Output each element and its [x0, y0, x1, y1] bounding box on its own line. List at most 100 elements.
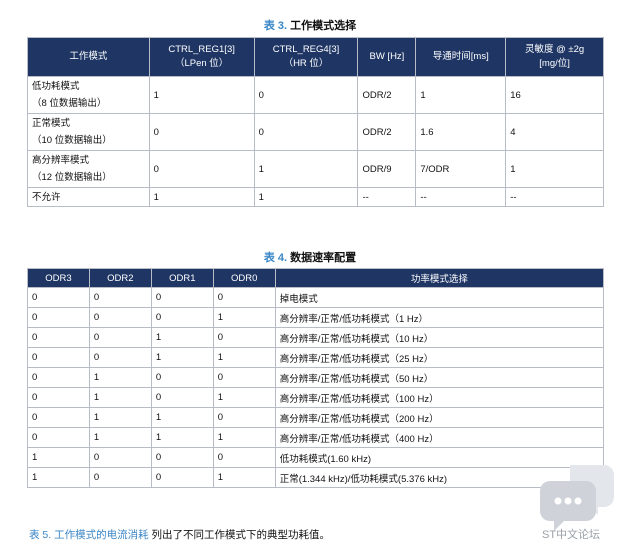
odr1-cell: 0 — [150, 287, 214, 308]
hr-cell: 0 — [253, 113, 359, 151]
ton-cell: 1 — [415, 76, 507, 114]
odr2-cell: 0 — [88, 287, 152, 308]
odr2-cell: 1 — [88, 407, 152, 428]
odr3-cell: 1 — [27, 447, 90, 468]
table4-row: 0 0 1 0 高分辨率/正常/低功耗模式（10 Hz） — [27, 327, 605, 348]
sensitivity-cell: 1 — [505, 150, 604, 188]
bw-cell: ODR/2 — [357, 113, 417, 151]
power-mode-cell: 高分辨率/正常/低功耗模式（100 Hz） — [274, 387, 605, 408]
odr3-cell: 0 — [27, 287, 90, 308]
table3-row: 高分辨率模式 （12 位数据输出） 0 1 ODR/9 7/ODR 1 — [27, 150, 604, 188]
odr0-cell: 1 — [212, 387, 276, 408]
table3-caption-title: 工作模式选择 — [290, 20, 357, 32]
odr3-cell: 0 — [27, 387, 90, 408]
bw-cell: -- — [357, 187, 417, 207]
table4-caption-number: 表 4. — [263, 252, 288, 264]
table3-caption: 表 3. 工作模式选择 — [0, 17, 620, 33]
table3-header-bw: BW [Hz] — [357, 37, 417, 77]
table4-caption: 表 4. 数据速率配置 — [0, 249, 620, 265]
odr3-cell: 0 — [27, 407, 90, 428]
power-mode-cell: 高分辨率/正常/低功耗模式（25 Hz） — [274, 347, 605, 368]
power-mode-cell: 高分辨率/正常/低功耗模式（50 Hz） — [274, 367, 605, 388]
mode-cell: 高分辨率模式 （12 位数据输出） — [27, 150, 150, 188]
hr-cell: 1 — [253, 187, 359, 207]
odr1-cell: 0 — [150, 307, 214, 328]
odr2-cell: 1 — [88, 367, 152, 388]
odr0-cell: 0 — [212, 367, 276, 388]
sensitivity-cell: -- — [505, 187, 604, 207]
table4-row: 1 0 0 0 低功耗模式(1.60 kHz) — [27, 447, 605, 468]
table5-link[interactable]: 表 5. 工作模式的电流消耗 — [29, 529, 149, 541]
odr1-cell: 1 — [150, 407, 214, 428]
odr3-cell: 0 — [27, 367, 90, 388]
table4-row: 0 1 1 0 高分辨率/正常/低功耗模式（200 Hz） — [27, 407, 605, 428]
odr3-cell: 0 — [27, 327, 90, 348]
table4-row: 0 0 1 1 高分辨率/正常/低功耗模式（25 Hz） — [27, 347, 605, 368]
odr3-cell: 0 — [27, 347, 90, 368]
data-rate-table: ODR3 ODR2 ODR1 ODR0 功率模式选择 0 0 0 0 掉电模式 0 0 0 1 高… — [27, 268, 605, 488]
ton-cell: 1.6 — [415, 113, 507, 151]
odr3-cell: 1 — [27, 467, 90, 488]
watermark-text: ST中文论坛 — [542, 529, 601, 541]
lpen-cell: 1 — [148, 76, 255, 114]
table3-header-hr: CTRL_REG4[3] （HR 位） — [253, 37, 359, 77]
table3-row: 低功耗模式 （8 位数据输出） 1 0 ODR/2 1 16 — [27, 76, 604, 114]
table4-header-power-mode: 功率模式选择 — [274, 268, 605, 288]
table4-header-odr0: ODR0 — [212, 268, 276, 288]
table4-header-row: ODR3 ODR2 ODR1 ODR0 功率模式选择 — [27, 268, 605, 288]
table4-row: 0 1 1 1 高分辨率/正常/低功耗模式（400 Hz） — [27, 427, 605, 448]
sensitivity-cell: 16 — [505, 76, 604, 114]
odr0-cell: 1 — [212, 427, 276, 448]
table4-row: 1 0 0 1 正常(1.344 kHz)/低功耗模式(5.376 kHz) — [27, 467, 605, 488]
odr2-cell: 1 — [88, 387, 152, 408]
mode-cell: 低功耗模式 （8 位数据输出） — [27, 76, 150, 114]
table4-row: 0 1 0 0 高分辨率/正常/低功耗模式（50 Hz） — [27, 367, 605, 388]
table3-header-row: 工作模式 CTRL_REG1[3] （LPen 位） CTRL_REG4[3] （H… — [27, 37, 604, 77]
bw-cell: ODR/2 — [357, 76, 417, 114]
ton-cell: 7/ODR — [415, 150, 507, 188]
power-mode-cell: 掉电模式 — [274, 287, 605, 308]
odr2-cell: 0 — [88, 347, 152, 368]
odr1-cell: 0 — [150, 467, 214, 488]
table4-header-odr3: ODR3 — [27, 268, 90, 288]
odr1-cell: 1 — [150, 347, 214, 368]
hr-cell: 0 — [253, 76, 359, 114]
odr1-cell: 1 — [150, 327, 214, 348]
lpen-cell: 1 — [148, 187, 255, 207]
footer-rest: 列出了不同工作模式下的典型功耗值。 — [148, 529, 331, 541]
odr0-cell: 1 — [212, 467, 276, 488]
odr1-cell: 1 — [150, 427, 214, 448]
table3-row: 不允许 1 1 -- -- -- — [27, 187, 604, 207]
bw-cell: ODR/9 — [357, 150, 417, 188]
table3-header-ton: 导通时间[ms] — [415, 37, 507, 77]
mode-cell: 正常模式 （10 位数据输出） — [27, 113, 150, 151]
table3-header-mode: 工作模式 — [27, 37, 150, 77]
table4-header-odr1: ODR1 — [150, 268, 214, 288]
odr3-cell: 0 — [27, 427, 90, 448]
odr2-cell: 0 — [88, 307, 152, 328]
table4-caption-title: 数据速率配置 — [290, 252, 357, 264]
power-mode-cell: 高分辨率/正常/低功耗模式（1 Hz） — [274, 307, 605, 328]
table3-row: 正常模式 （10 位数据输出） 0 0 ODR/2 1.6 4 — [27, 113, 604, 151]
mode-selection-table: 工作模式 CTRL_REG1[3] （LPen 位） CTRL_REG4[3] （H… — [27, 37, 604, 207]
odr2-cell: 0 — [88, 447, 152, 468]
odr0-cell: 1 — [212, 347, 276, 368]
power-mode-cell: 高分辨率/正常/低功耗模式（200 Hz） — [274, 407, 605, 428]
odr0-cell: 0 — [212, 287, 276, 308]
odr0-cell: 0 — [212, 407, 276, 428]
table4-header-odr2: ODR2 — [88, 268, 152, 288]
odr2-cell: 0 — [88, 327, 152, 348]
table3-header-sensitivity: 灵敏度 @ ±2g [mg/位] — [505, 37, 604, 77]
power-mode-cell: 高分辨率/正常/低功耗模式（400 Hz） — [274, 427, 605, 448]
lpen-cell: 0 — [148, 113, 255, 151]
odr0-cell: 0 — [212, 447, 276, 468]
sensitivity-cell: 4 — [505, 113, 604, 151]
odr3-cell: 0 — [27, 307, 90, 328]
hr-cell: 1 — [253, 150, 359, 188]
odr0-cell: 0 — [212, 327, 276, 348]
odr0-cell: 1 — [212, 307, 276, 328]
odr1-cell: 0 — [150, 387, 214, 408]
odr2-cell: 0 — [88, 467, 152, 488]
table3-caption-number: 表 3. — [263, 20, 288, 32]
mode-cell: 不允许 — [27, 187, 150, 207]
